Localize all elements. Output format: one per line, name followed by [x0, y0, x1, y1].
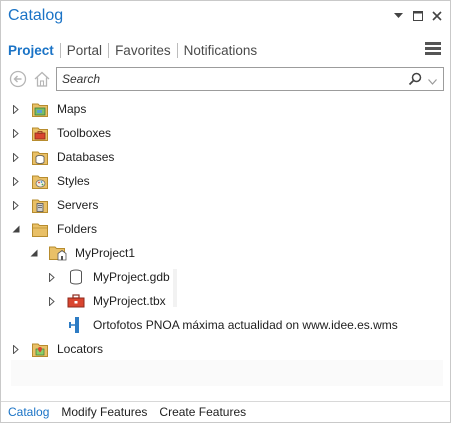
tree-item-label: Folders: [57, 222, 98, 236]
tab-notifications[interactable]: Notifications: [178, 43, 264, 58]
expand-arrow-icon[interactable]: [11, 152, 21, 162]
collapse-arrow-icon[interactable]: [29, 248, 39, 258]
styles-folder-icon: [31, 172, 49, 190]
wms-server-icon: [67, 316, 85, 334]
collapse-arrow-icon[interactable]: [11, 224, 21, 234]
expand-arrow-icon[interactable]: [11, 128, 21, 138]
tree-item-folders[interactable]: Folders: [11, 217, 97, 241]
tab-modify-features[interactable]: Modify Features: [55, 405, 153, 419]
expand-arrow-icon[interactable]: [11, 176, 21, 186]
chevron-down-icon[interactable]: [391, 8, 406, 23]
window-buttons: [391, 8, 444, 23]
bottom-tabs: Catalog Modify Features Create Features: [1, 401, 450, 422]
tree-item-label: MyProject.tbx: [93, 294, 166, 308]
maps-folder-icon: [31, 100, 49, 118]
tree-item-servers[interactable]: Servers: [11, 193, 98, 217]
empty-area: [11, 360, 443, 386]
toolbox-icon: [67, 292, 85, 310]
close-icon[interactable]: [429, 8, 444, 23]
tree-item-myproject1[interactable]: MyProject1: [29, 241, 135, 265]
tree-item-label: Maps: [57, 102, 87, 116]
tree-item-gdb[interactable]: MyProject.gdb: [47, 265, 170, 289]
pane-titlebar: Catalog: [1, 1, 450, 33]
home-icon[interactable]: [32, 69, 52, 89]
nav-buttons: [8, 67, 52, 91]
tree-item-label: Ortofotos PNOA máxima actualidad on www.…: [93, 318, 398, 332]
tree-item-label: MyProject.gdb: [93, 270, 170, 284]
expand-arrow-icon[interactable]: [47, 272, 57, 282]
databases-folder-icon: [31, 148, 49, 166]
chevron-down-icon[interactable]: [428, 74, 438, 85]
tree-item-label: MyProject1: [75, 246, 136, 260]
tree-item-tbx[interactable]: MyProject.tbx: [47, 289, 166, 313]
expand-arrow-icon[interactable]: [11, 344, 21, 354]
tab-portal[interactable]: Portal: [61, 43, 108, 58]
expand-arrow-icon[interactable]: [11, 104, 21, 114]
locators-folder-icon: [31, 340, 49, 358]
tree-item-maps[interactable]: Maps: [11, 97, 86, 121]
scrollbar-stub: [173, 269, 177, 307]
tree-item-locators[interactable]: Locators: [11, 337, 103, 361]
pane-title: Catalog: [8, 7, 64, 24]
tab-catalog[interactable]: Catalog: [1, 405, 55, 419]
tree-item-toolboxes[interactable]: Toolboxes: [11, 121, 111, 145]
search-input[interactable]: [62, 70, 402, 88]
expand-arrow-icon[interactable]: [47, 296, 57, 306]
tab-create-features[interactable]: Create Features: [153, 405, 252, 419]
toolboxes-folder-icon: [31, 124, 49, 142]
tree-item-databases[interactable]: Databases: [11, 145, 114, 169]
tree-item-wms[interactable]: Ortofotos PNOA máxima actualidad on www.…: [47, 313, 398, 337]
back-arrow-icon[interactable]: [8, 69, 28, 89]
maximize-icon[interactable]: [410, 8, 425, 23]
home-folder-icon: [49, 244, 67, 262]
folders-folder-icon: [31, 220, 49, 238]
tree-item-label: Locators: [57, 342, 104, 356]
hamburger-menu-icon[interactable]: [425, 42, 441, 56]
tree-item-label: Styles: [57, 174, 90, 188]
tree-item-styles[interactable]: Styles: [11, 169, 90, 193]
search-icon[interactable]: [408, 72, 422, 86]
tab-project[interactable]: Project: [8, 43, 60, 58]
catalog-pane: Catalog Project Portal Favorites Notific…: [0, 0, 451, 423]
database-icon: [67, 268, 85, 286]
tree-item-label: Toolboxes: [57, 126, 112, 140]
search-box: [56, 67, 444, 91]
catalog-tabs: Project Portal Favorites Notifications: [8, 40, 263, 60]
servers-folder-icon: [31, 196, 49, 214]
tab-favorites[interactable]: Favorites: [109, 43, 177, 58]
tree-item-label: Databases: [57, 150, 115, 164]
expand-arrow-icon[interactable]: [11, 200, 21, 210]
tree-item-label: Servers: [57, 198, 99, 212]
